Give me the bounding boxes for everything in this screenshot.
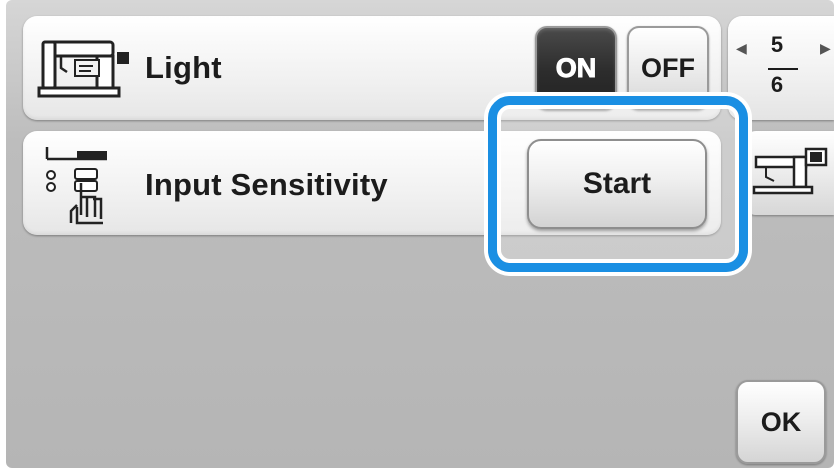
side-machine-button[interactable] (744, 131, 834, 215)
page-next-icon[interactable]: ▶ (820, 40, 831, 57)
page-total: 6 (770, 72, 784, 97)
sewing-machine-screen-icon (752, 147, 828, 195)
start-label: Start (582, 167, 652, 200)
sewing-machine-light-icon (37, 38, 133, 105)
ok-label: OK (760, 406, 802, 437)
light-on-label: ON (555, 52, 597, 83)
settings-screen: Light ON OFF Input Sensitivity ◀ 5 6 ▶ S… (0, 0, 834, 468)
touch-sensitivity-icon (37, 137, 127, 234)
light-off-label: OFF (641, 52, 695, 83)
input-sensitivity-start-button[interactable]: Start (527, 139, 707, 229)
setting-label-light: Light (145, 50, 222, 85)
setting-label-input-sensitivity: Input Sensitivity (145, 167, 388, 202)
ok-button[interactable]: OK (736, 380, 826, 464)
page-divider (768, 68, 798, 70)
page-current: 5 (770, 32, 784, 57)
